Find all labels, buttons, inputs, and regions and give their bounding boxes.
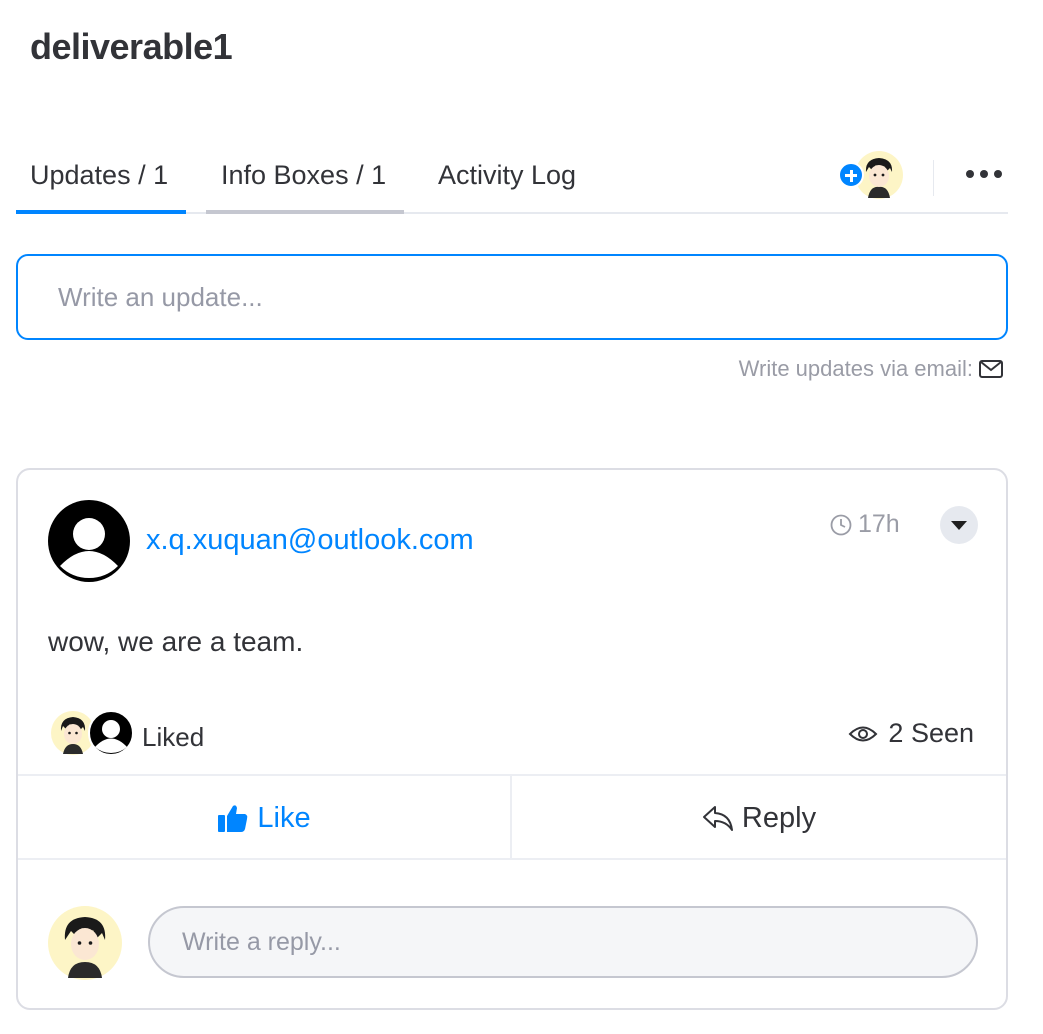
update-actions: Like Reply xyxy=(18,774,1006,860)
liker-avatar xyxy=(88,710,134,756)
envelope-icon[interactable] xyxy=(979,360,1003,378)
clock-icon xyxy=(830,514,852,535)
email-hint: Write updates via email: xyxy=(739,356,1003,382)
reply-label: Reply xyxy=(741,801,817,834)
reply-input-placeholder: Write a reply... xyxy=(182,927,341,956)
update-input[interactable]: Write an update... xyxy=(16,254,1008,340)
email-hint-text: Write updates via email: xyxy=(738,356,973,381)
timestamp-text: 17h xyxy=(858,510,900,538)
liked-label: Liked xyxy=(142,722,205,752)
tab-activity-log[interactable]: Activity Log xyxy=(438,150,608,214)
plus-icon xyxy=(838,162,864,188)
update-timestamp: 17h xyxy=(830,510,900,539)
seen-count[interactable]: 2 Seen xyxy=(848,718,974,749)
update-input-placeholder: Write an update... xyxy=(58,281,263,312)
ellipsis-icon[interactable] xyxy=(964,164,1004,184)
reply-icon xyxy=(702,806,733,831)
update-card: x.q.xuquan@outlook.com 17h wow, we are a… xyxy=(16,468,1008,1010)
thumbs-up-icon xyxy=(218,805,248,832)
tabs-divider xyxy=(933,160,934,196)
page-title: deliverable1 xyxy=(30,26,233,67)
like-label: Like xyxy=(257,801,311,834)
update-body: wow, we are a team. xyxy=(48,626,304,657)
reply-input[interactable]: Write a reply... xyxy=(148,906,978,978)
seen-text: 2 Seen xyxy=(888,718,974,748)
author-name[interactable]: x.q.xuquan@outlook.com xyxy=(146,524,474,557)
update-options-button[interactable] xyxy=(940,506,978,544)
author-avatar[interactable] xyxy=(48,500,130,582)
add-subscriber-button[interactable] xyxy=(836,150,908,200)
like-button[interactable]: Like xyxy=(18,776,512,860)
likers[interactable] xyxy=(50,708,134,756)
current-user-avatar xyxy=(48,906,122,980)
reply-button[interactable]: Reply xyxy=(512,776,1006,860)
eye-icon xyxy=(849,726,878,741)
tab-updates[interactable]: Updates / 1 xyxy=(16,150,186,214)
tab-info-boxes[interactable]: Info Boxes / 1 xyxy=(206,150,404,214)
